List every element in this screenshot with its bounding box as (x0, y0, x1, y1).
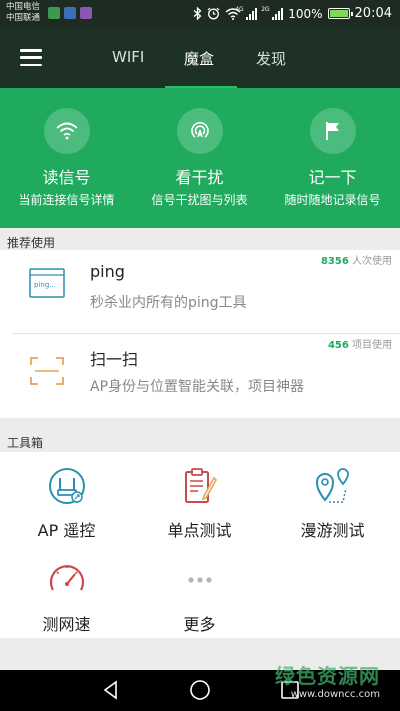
usage-unit: 项目使用 (352, 340, 392, 351)
usage-number: 8356 (320, 256, 349, 267)
app-notification-icon (80, 7, 92, 19)
watermark-text: 绿色资源网 (275, 664, 380, 688)
item-desc: AP身份与位置智能关联，项目神器 (90, 379, 305, 395)
menu-button[interactable] (20, 49, 42, 66)
network-type-1: 4G (235, 5, 244, 13)
signal-4g-icon: 4G (235, 6, 258, 20)
watermark-url: www.downcc.com (290, 689, 380, 700)
feature-interference[interactable]: 看干扰 信号干扰图与列表 (133, 108, 266, 208)
interference-icon (190, 122, 209, 138)
ping-terminal-icon: ping... (29, 268, 65, 298)
signal-2g-icon: 2G (261, 6, 284, 20)
speedometer-icon (49, 565, 84, 591)
network-type-2: 2G (261, 5, 270, 13)
toolbox-card: AP 遥控 单点测试 漫游测试 测网速 更多 (0, 452, 400, 638)
toolbox-label: 工具箱 (7, 436, 44, 450)
usage-count: 456 项目使用 (328, 336, 392, 351)
status-right: 4G 2G 100% 20:04 (193, 6, 392, 21)
feature-read-signal[interactable]: 读信号 当前连接信号详情 (0, 108, 133, 208)
alarm-icon (207, 7, 220, 20)
router-remote-icon (48, 468, 85, 504)
tool-name: 更多 (183, 615, 216, 634)
clipboard-pen-icon (184, 468, 217, 503)
app-notification-icon (64, 7, 76, 19)
item-desc: 秒杀业内所有的ping工具 (90, 295, 247, 311)
usage-count: 8356 人次使用 (321, 252, 392, 267)
carrier-info: 中国电信 中国联通 (6, 2, 40, 24)
item-name: 扫一扫 (90, 350, 139, 369)
tool-name: 测网速 (42, 615, 91, 634)
status-bar: 中国电信 中国联通 4G 2G 100% 20:04 (0, 0, 400, 28)
feature-title: 读信号 (42, 168, 91, 187)
tool-name: 漫游测试 (300, 521, 365, 540)
menu-icon-bar (20, 56, 42, 59)
menu-icon-bar (20, 49, 42, 52)
recommended-label: 推荐使用 (7, 236, 56, 250)
feature-subtitle: 当前连接信号详情 (18, 193, 115, 207)
battery-percent: 100% (288, 6, 323, 21)
tab-mohe[interactable]: 魔盒 (184, 48, 214, 88)
tool-more[interactable]: 更多 (133, 560, 266, 635)
item-name: ping (90, 262, 125, 281)
clock: 20:04 (354, 6, 392, 21)
wifi-icon (55, 122, 78, 140)
feature-title: 看干扰 (175, 168, 224, 187)
flag-icon (325, 122, 339, 140)
recommended-card: ping... ping 秒杀业内所有的ping工具 8356 人次使用 扫一扫… (0, 250, 400, 418)
carrier-2: 中国联通 (6, 13, 41, 23)
feature-icon-circle (309, 108, 356, 154)
bluetooth-icon (193, 7, 202, 20)
app-header: WIFI 魔盒 发现 (0, 28, 400, 88)
tool-name: AP 遥控 (37, 521, 96, 540)
battery-icon (327, 8, 353, 19)
scan-icon (30, 357, 64, 385)
usage-unit: 人次使用 (352, 256, 392, 267)
feature-icon-circle (176, 108, 223, 154)
tool-single-point-test[interactable]: 单点测试 (133, 466, 266, 541)
tab-discover[interactable]: 发现 (256, 48, 286, 88)
tool-roaming-test[interactable]: 漫游测试 (266, 466, 399, 541)
notification-icons (48, 7, 92, 19)
watermark: 绿色资源网 www.downcc.com (275, 660, 380, 700)
usage-number: 456 (327, 340, 349, 351)
feature-icon-circle (43, 108, 90, 154)
tool-speed-test[interactable]: 测网速 (0, 560, 133, 635)
app-notification-icon (48, 7, 60, 19)
feature-subtitle: 信号干扰图与列表 (151, 193, 248, 207)
back-icon[interactable] (100, 679, 122, 701)
feature-subtitle: 随时随地记录信号 (284, 193, 381, 207)
tab-wifi[interactable]: WIFI (112, 48, 144, 88)
feature-title: 记一下 (308, 168, 357, 187)
carrier-1: 中国电信 (6, 2, 41, 12)
tool-name: 单点测试 (167, 521, 232, 540)
list-item-ping[interactable]: ping... ping 秒杀业内所有的ping工具 8356 人次使用 (0, 250, 400, 334)
map-pins-icon (315, 468, 349, 503)
tool-ap-remote[interactable]: AP 遥控 (0, 466, 133, 541)
home-icon[interactable] (189, 679, 211, 701)
ping-thumb-text: ping... (34, 281, 56, 289)
feature-panel: 读信号 当前连接信号详情 看干扰 信号干扰图与列表 记一下 随时随地记录信号 (0, 88, 400, 228)
menu-icon-bar (20, 63, 42, 66)
list-item-scan[interactable]: 扫一扫 AP身份与位置智能关联，项目神器 456 项目使用 (0, 334, 400, 418)
more-dots-icon (187, 577, 212, 583)
feature-record[interactable]: 记一下 随时随地记录信号 (266, 108, 399, 208)
